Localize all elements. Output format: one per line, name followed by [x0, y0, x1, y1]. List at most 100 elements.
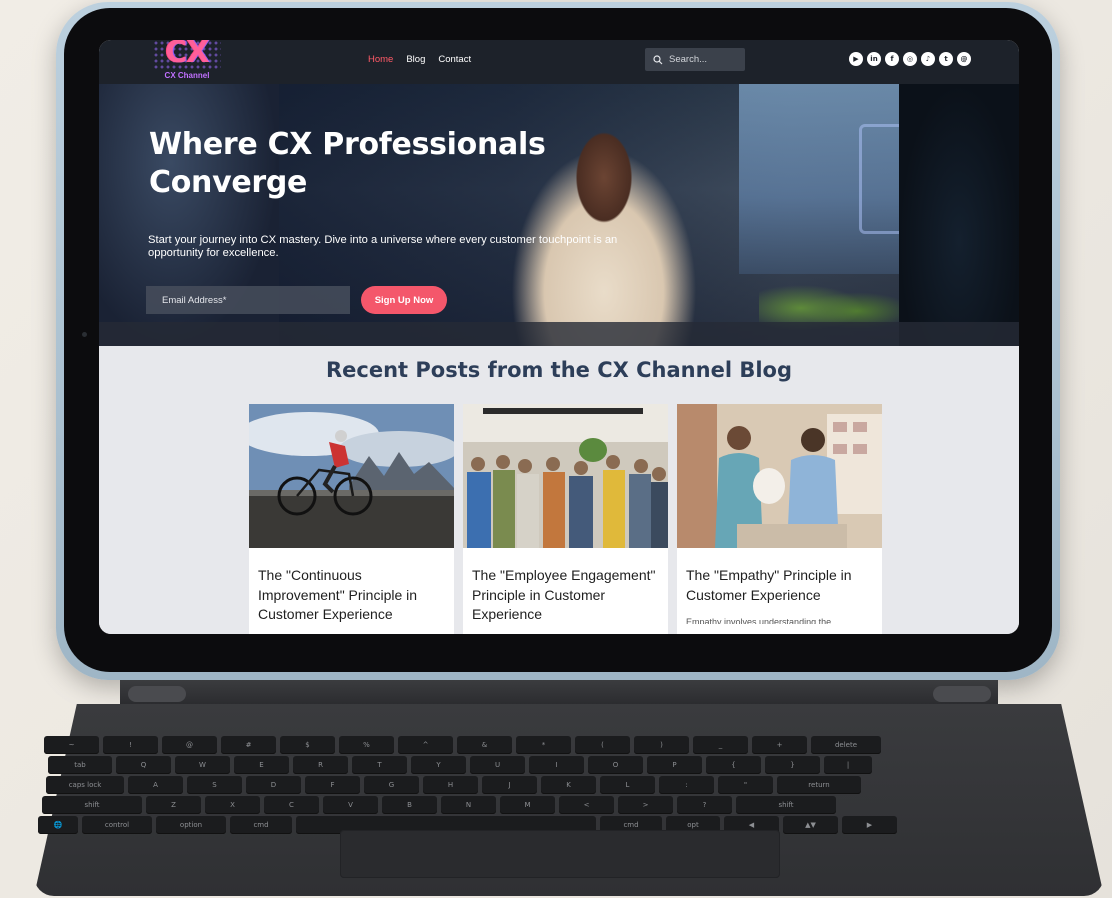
keyboard-key[interactable]: <: [559, 796, 614, 814]
keyboard-key[interactable]: (: [575, 736, 630, 754]
post-title[interactable]: The "Continuous Improvement" Principle i…: [258, 566, 448, 625]
sign-up-button[interactable]: Sign Up Now: [361, 286, 447, 314]
keyboard-key[interactable]: *: [516, 736, 571, 754]
key-row-home: caps lock A S D F G H J K L: " return: [46, 776, 1070, 796]
section-heading: Recent Posts from the CX Channel Blog: [326, 358, 792, 382]
keyboard-key[interactable]: J: [482, 776, 537, 794]
keyboard-key[interactable]: return: [777, 776, 861, 794]
keyboard-key[interactable]: ~: [44, 736, 99, 754]
camera-icon: [82, 332, 87, 337]
keyboard-key[interactable]: N: [441, 796, 496, 814]
search-input[interactable]: [669, 54, 743, 65]
keyboard-key[interactable]: caps lock: [46, 776, 124, 794]
post-card[interactable]: The "Continuous Improvement" Principle i…: [249, 404, 454, 634]
keyboard-key[interactable]: Y: [411, 756, 466, 774]
keyboard-key[interactable]: S: [187, 776, 242, 794]
keyboard-key[interactable]: shift: [736, 796, 836, 814]
keyboard-key[interactable]: ": [718, 776, 773, 794]
instagram-icon[interactable]: ◎: [903, 52, 917, 66]
keyboard-key[interactable]: R: [293, 756, 348, 774]
keyboard-key[interactable]: |: [824, 756, 872, 774]
keyboard-key[interactable]: {: [706, 756, 761, 774]
key-row-bottom: shift Z X C V B N M < >? shift: [42, 796, 1066, 816]
keyboard-key[interactable]: ▶: [842, 816, 897, 834]
keyboard-key[interactable]: W: [175, 756, 230, 774]
search-box[interactable]: [645, 48, 745, 71]
keyboard-key[interactable]: O: [588, 756, 643, 774]
keyboard-key[interactable]: +: [752, 736, 807, 754]
tiktok-icon[interactable]: ♪: [921, 52, 935, 66]
keyboard-key[interactable]: G: [364, 776, 419, 794]
keyboard-key[interactable]: D: [246, 776, 301, 794]
email-field[interactable]: [146, 286, 350, 314]
keyboard-key[interactable]: F: [305, 776, 360, 794]
post-image-team: [463, 404, 668, 548]
keyboard-key[interactable]: Q: [116, 756, 171, 774]
post-image-cyclist: [249, 404, 454, 548]
keyboard-key[interactable]: &: [457, 736, 512, 754]
hero-title: Where CX Professionals Converge: [149, 127, 546, 200]
keyboard-key[interactable]: T: [352, 756, 407, 774]
keyboard-key[interactable]: U: [470, 756, 525, 774]
hinge-cap-right: [933, 686, 991, 702]
keyboard-key[interactable]: }: [765, 756, 820, 774]
keyboard-key[interactable]: L: [600, 776, 655, 794]
keyboard-key[interactable]: control: [82, 816, 152, 834]
keyboard-key[interactable]: @: [162, 736, 217, 754]
keyboard-key[interactable]: tab: [48, 756, 112, 774]
site-header: CX CX Channel Home Blog Contact ▶ in f ◎…: [99, 40, 1019, 84]
post-image-shop: [677, 404, 882, 548]
key-row-top: tab Q W E R T Y U I O P{} |: [48, 756, 1072, 776]
keyboard-key[interactable]: C: [264, 796, 319, 814]
keyboard-key[interactable]: option: [156, 816, 226, 834]
keyboard-key[interactable]: $: [280, 736, 335, 754]
keyboard-key[interactable]: E: [234, 756, 289, 774]
facebook-icon[interactable]: f: [885, 52, 899, 66]
main-nav: Home Blog Contact: [368, 40, 471, 78]
keyboard-key[interactable]: #: [221, 736, 276, 754]
keyboard-key[interactable]: ?: [677, 796, 732, 814]
keyboard-key[interactable]: >: [618, 796, 673, 814]
keyboard-key[interactable]: ▲▼: [783, 816, 838, 834]
keyboard-key[interactable]: P: [647, 756, 702, 774]
keyboard-key[interactable]: cmd: [230, 816, 292, 834]
post-title[interactable]: The "Employee Engagement" Principle in C…: [472, 566, 662, 625]
post-card[interactable]: The "Empathy" Principle in Customer Expe…: [677, 404, 882, 634]
keyboard-key[interactable]: H: [423, 776, 478, 794]
keyboard-key[interactable]: K: [541, 776, 596, 794]
trackpad[interactable]: [340, 830, 780, 878]
keyboard-key[interactable]: %: [339, 736, 394, 754]
keyboard-key[interactable]: delete: [811, 736, 881, 754]
keyboard-key[interactable]: !: [103, 736, 158, 754]
twitter-icon[interactable]: t: [939, 52, 953, 66]
logo-text: CX Channel: [164, 71, 210, 80]
post-card[interactable]: The "Employee Engagement" Principle in C…: [463, 404, 668, 634]
site-logo[interactable]: CX CX Channel: [151, 40, 223, 84]
keyboard-key[interactable]: :: [659, 776, 714, 794]
keyboard-key[interactable]: _: [693, 736, 748, 754]
keyboard-key[interactable]: V: [323, 796, 378, 814]
youtube-icon[interactable]: ▶: [849, 52, 863, 66]
keyboard-key[interactable]: X: [205, 796, 260, 814]
hero-photo-desk: [99, 322, 1019, 346]
keyboard-key[interactable]: M: [500, 796, 555, 814]
hinge-cap-left: [128, 686, 186, 702]
nav-blog[interactable]: Blog: [406, 54, 425, 65]
nav-contact[interactable]: Contact: [438, 54, 471, 65]
linkedin-icon[interactable]: in: [867, 52, 881, 66]
keyboard-key[interactable]: shift: [42, 796, 142, 814]
keyboard-key[interactable]: I: [529, 756, 584, 774]
keyboard-key[interactable]: 🌐: [38, 816, 78, 834]
post-title[interactable]: The "Empathy" Principle in Customer Expe…: [686, 566, 876, 605]
threads-icon[interactable]: @: [957, 52, 971, 66]
keyboard-key[interactable]: ): [634, 736, 689, 754]
nav-home[interactable]: Home: [368, 54, 393, 65]
key-row-numbers: ~! @ # $% ^ & *() _ + delete: [44, 736, 1068, 756]
keyboard-key[interactable]: ^: [398, 736, 453, 754]
keyboard-key[interactable]: A: [128, 776, 183, 794]
social-links: ▶ in f ◎ ♪ t @: [849, 52, 971, 66]
keyboard-key[interactable]: B: [382, 796, 437, 814]
tablet-screen: CX CX Channel Home Blog Contact ▶ in f ◎…: [99, 40, 1019, 634]
hero-photo-customer: [899, 84, 1019, 346]
keyboard-key[interactable]: Z: [146, 796, 201, 814]
